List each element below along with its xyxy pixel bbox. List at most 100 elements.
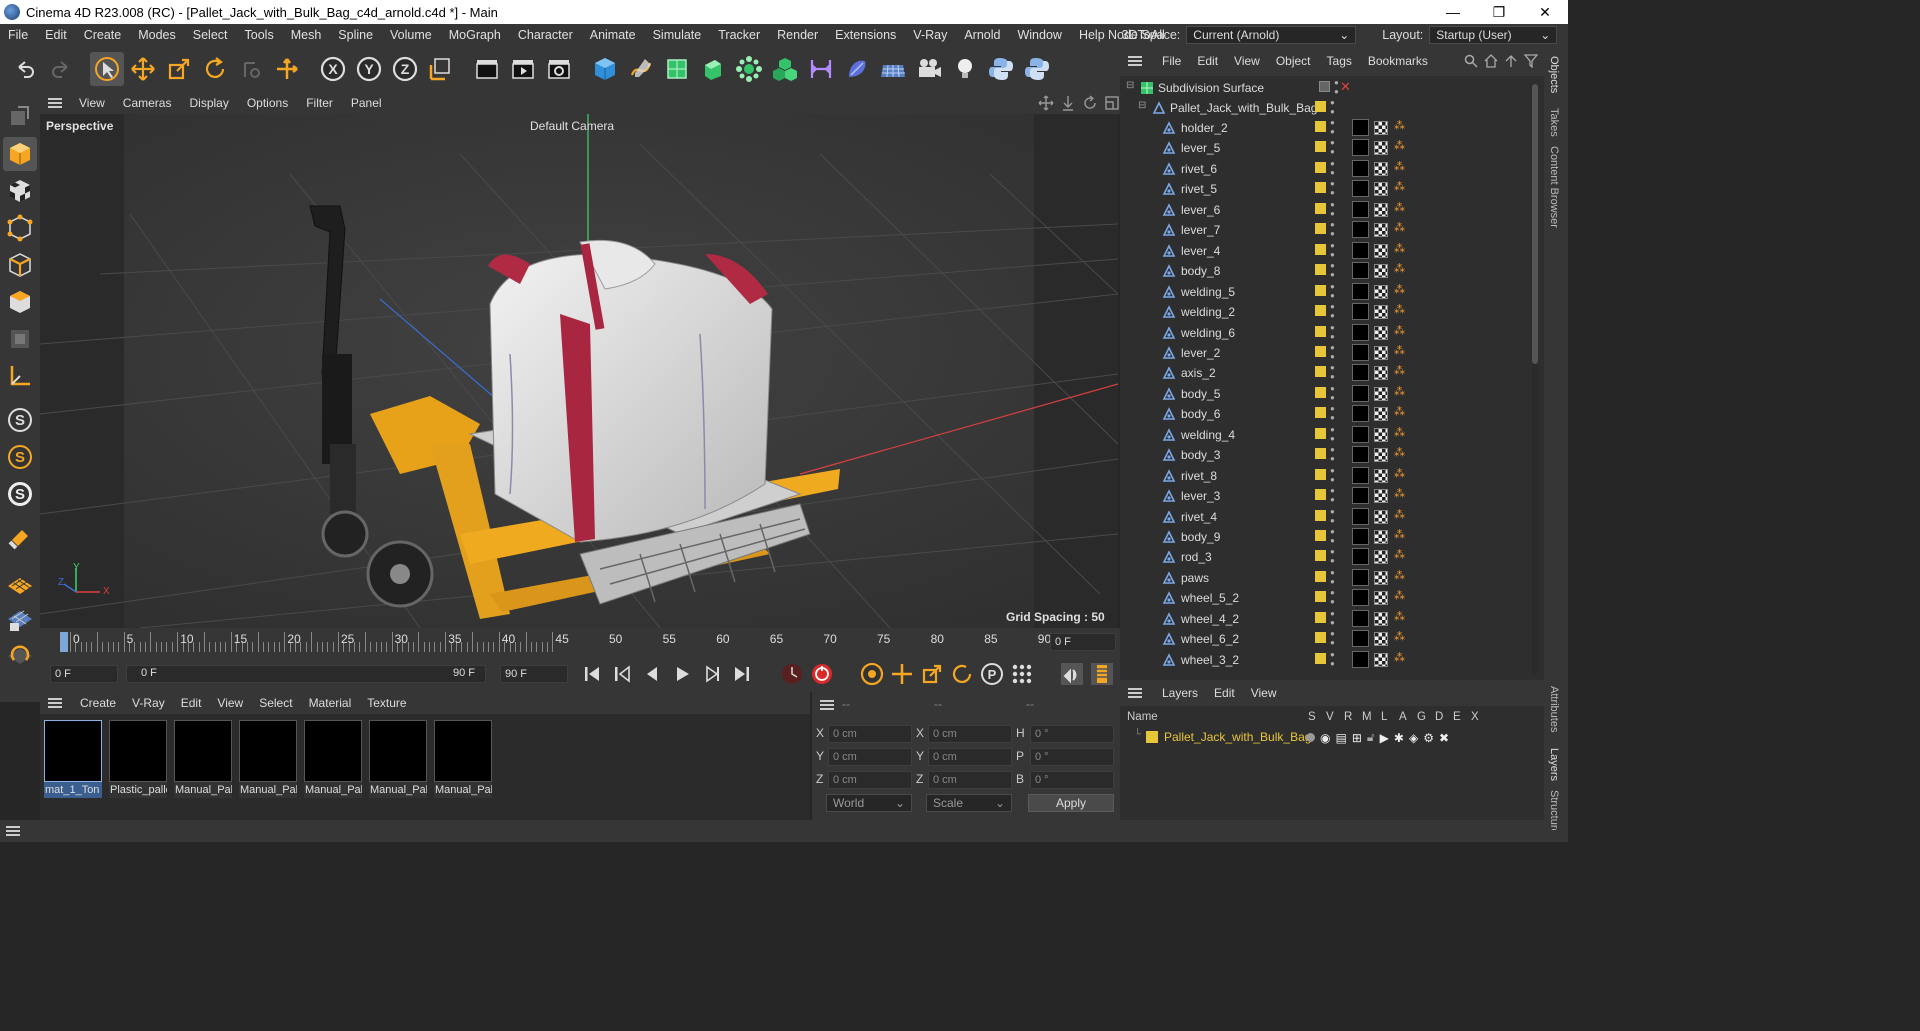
material-tag-icon[interactable] [1352,262,1369,280]
object-row[interactable]: welding_2 ● ● ⁂ [1120,302,1530,322]
material-tag-icon[interactable] [1352,528,1369,545]
apply-button[interactable]: Apply [1028,794,1114,812]
material-tag-icon[interactable] [1352,405,1369,423]
x-axis-lock-button[interactable]: X [316,52,350,86]
phong-tag-icon[interactable]: ⁂ [1394,283,1405,296]
material-tag-icon[interactable] [1352,446,1369,464]
scrollbar-thumb[interactable] [1532,84,1538,364]
menu-file[interactable]: File [0,28,37,42]
visibility-dots-icon[interactable]: ● ● [1330,609,1335,627]
tab-attributes[interactable]: Attributes [1548,686,1560,732]
pos-y-field[interactable]: 0 cm [828,748,912,766]
material-swatch[interactable]: Manual_Pal [239,720,297,802]
live-selection-button[interactable] [90,52,124,86]
tab-content-browser[interactable]: Content Browser [1548,146,1560,228]
python-script-button[interactable] [984,52,1018,86]
menu-tools[interactable]: Tools [237,28,283,42]
object-row[interactable]: lever_2 ● ● ⁂ [1120,343,1530,363]
close-button[interactable]: ✕ [1522,0,1568,24]
material-swatch[interactable]: Manual_Pal [174,720,232,802]
material-tag-icon[interactable] [1352,650,1369,668]
menu-arnold[interactable]: Arnold [956,28,1009,42]
eye-icon[interactable]: ◉ [1320,731,1330,745]
points-mode-button[interactable] [3,211,37,245]
coordinate-space-dropdown[interactable]: World ⌄ [826,794,912,812]
texture-tag-icon[interactable] [1374,468,1388,483]
disabled-x-icon[interactable]: ✕ [1340,79,1351,95]
material-tag-icon[interactable] [1352,568,1369,586]
hamburger-menu-icon[interactable] [48,698,62,708]
uv-mode-button[interactable] [3,322,37,356]
material-menu-texture[interactable]: Texture [359,696,414,710]
lock-icon[interactable]: 🔓︎ [1367,730,1375,745]
material-swatch[interactable]: Manual_Pal [434,720,492,802]
texture-tag-icon[interactable] [1374,550,1388,565]
object-row[interactable]: wheel_6_2 ● ● ⁂ [1120,629,1530,649]
layer-color-swatch[interactable] [1146,731,1158,743]
extrude-button[interactable] [696,52,730,86]
phong-tag-icon[interactable]: ⁂ [1394,180,1405,193]
light-button[interactable] [948,52,982,86]
visibility-dots-icon[interactable]: ● ● [1330,650,1335,668]
material-swatch[interactable]: Plastic_palle [109,720,167,802]
deformer-button[interactable] [804,52,838,86]
object-row[interactable]: rod_3 ● ● ⁂ [1120,547,1530,567]
material-tag-icon[interactable] [1352,180,1369,198]
material-menu-select[interactable]: Select [251,696,300,710]
workplane-snap-button[interactable]: S [3,477,37,511]
phong-tag-icon[interactable]: ⁂ [1394,303,1405,316]
current-frame-field[interactable]: 0 F [1050,633,1116,651]
cloner-button[interactable] [732,52,766,86]
menu-select[interactable]: Select [185,28,237,42]
object-scrollbar[interactable] [1532,84,1538,674]
phong-tag-icon[interactable]: ⁂ [1394,467,1405,480]
phong-tag-icon[interactable]: ⁂ [1394,262,1405,275]
visibility-dots-icon[interactable]: ● ● [1330,98,1335,116]
layer-menu-view[interactable]: View [1243,686,1285,700]
layer-color-swatch[interactable] [1315,489,1326,501]
texture-tag-icon[interactable] [1374,345,1388,360]
play-icon[interactable] [670,662,694,686]
visibility-dots-icon[interactable]: ● ● [1330,138,1335,156]
layer-color-swatch[interactable] [1315,550,1326,562]
xref-icon[interactable]: ✖ [1439,731,1449,745]
texture-tag-icon[interactable] [1374,121,1388,135]
texture-tag-icon[interactable] [1374,284,1388,299]
visibility-dots-icon[interactable]: ● ● [1330,568,1335,586]
visibility-dots-icon[interactable]: ● ● [1330,200,1335,218]
phong-tag-icon[interactable]: ⁂ [1394,324,1405,337]
manager-tree-icon[interactable]: ⊞ [1352,731,1362,745]
visibility-dots-icon[interactable]: ● ● [1330,282,1335,300]
make-editable-button[interactable] [3,100,37,134]
object-row[interactable]: rivet_4 ● ● ⁂ [1120,507,1530,527]
grid-snap-button[interactable] [3,602,37,636]
object-row[interactable]: lever_3 ● ● ⁂ [1120,486,1530,506]
layer-color-swatch[interactable] [1315,182,1326,194]
material-menu-vray[interactable]: V-Ray [124,696,173,710]
layer-color-swatch[interactable] [1315,611,1326,623]
snap-settings-button[interactable]: S [3,440,37,474]
tab-layers[interactable]: Layers [1548,748,1560,781]
material-tag-icon[interactable] [1352,507,1369,525]
render-view-button[interactable] [470,52,504,86]
layer-menu-edit[interactable]: Edit [1206,686,1243,700]
menu-character[interactable]: Character [510,28,582,42]
phong-tag-icon[interactable]: ⁂ [1394,139,1405,152]
visibility-dots-icon[interactable]: ● ● [1330,220,1335,238]
texture-tag-icon[interactable] [1374,611,1388,626]
visibility-dots-icon[interactable]: ● ● [1330,323,1335,341]
object-menu-edit[interactable]: Edit [1189,54,1226,68]
visibility-dots-icon[interactable]: ● ● [1330,404,1335,422]
phong-tag-icon[interactable]: ⁂ [1394,364,1405,377]
object-row[interactable]: lever_5 ● ● ⁂ [1120,138,1530,158]
object-row[interactable]: wheel_5_2 ● ● ⁂ [1120,588,1530,608]
visibility-dots-icon[interactable]: ● ● [1330,118,1335,136]
layout-dropdown[interactable]: Startup (User) ⌄ [1429,26,1558,44]
menu-spline[interactable]: Spline [330,28,382,42]
hamburger-menu-icon[interactable] [1128,56,1142,66]
material-swatch[interactable]: mat_1_Ton [44,720,102,802]
rot-p-field[interactable]: 0 ° [1030,748,1114,766]
layer-color-swatch[interactable] [1315,366,1326,378]
object-row[interactable]: rivet_8 ● ● ⁂ [1120,466,1530,486]
deformer-icon[interactable]: ◈ [1409,731,1418,745]
